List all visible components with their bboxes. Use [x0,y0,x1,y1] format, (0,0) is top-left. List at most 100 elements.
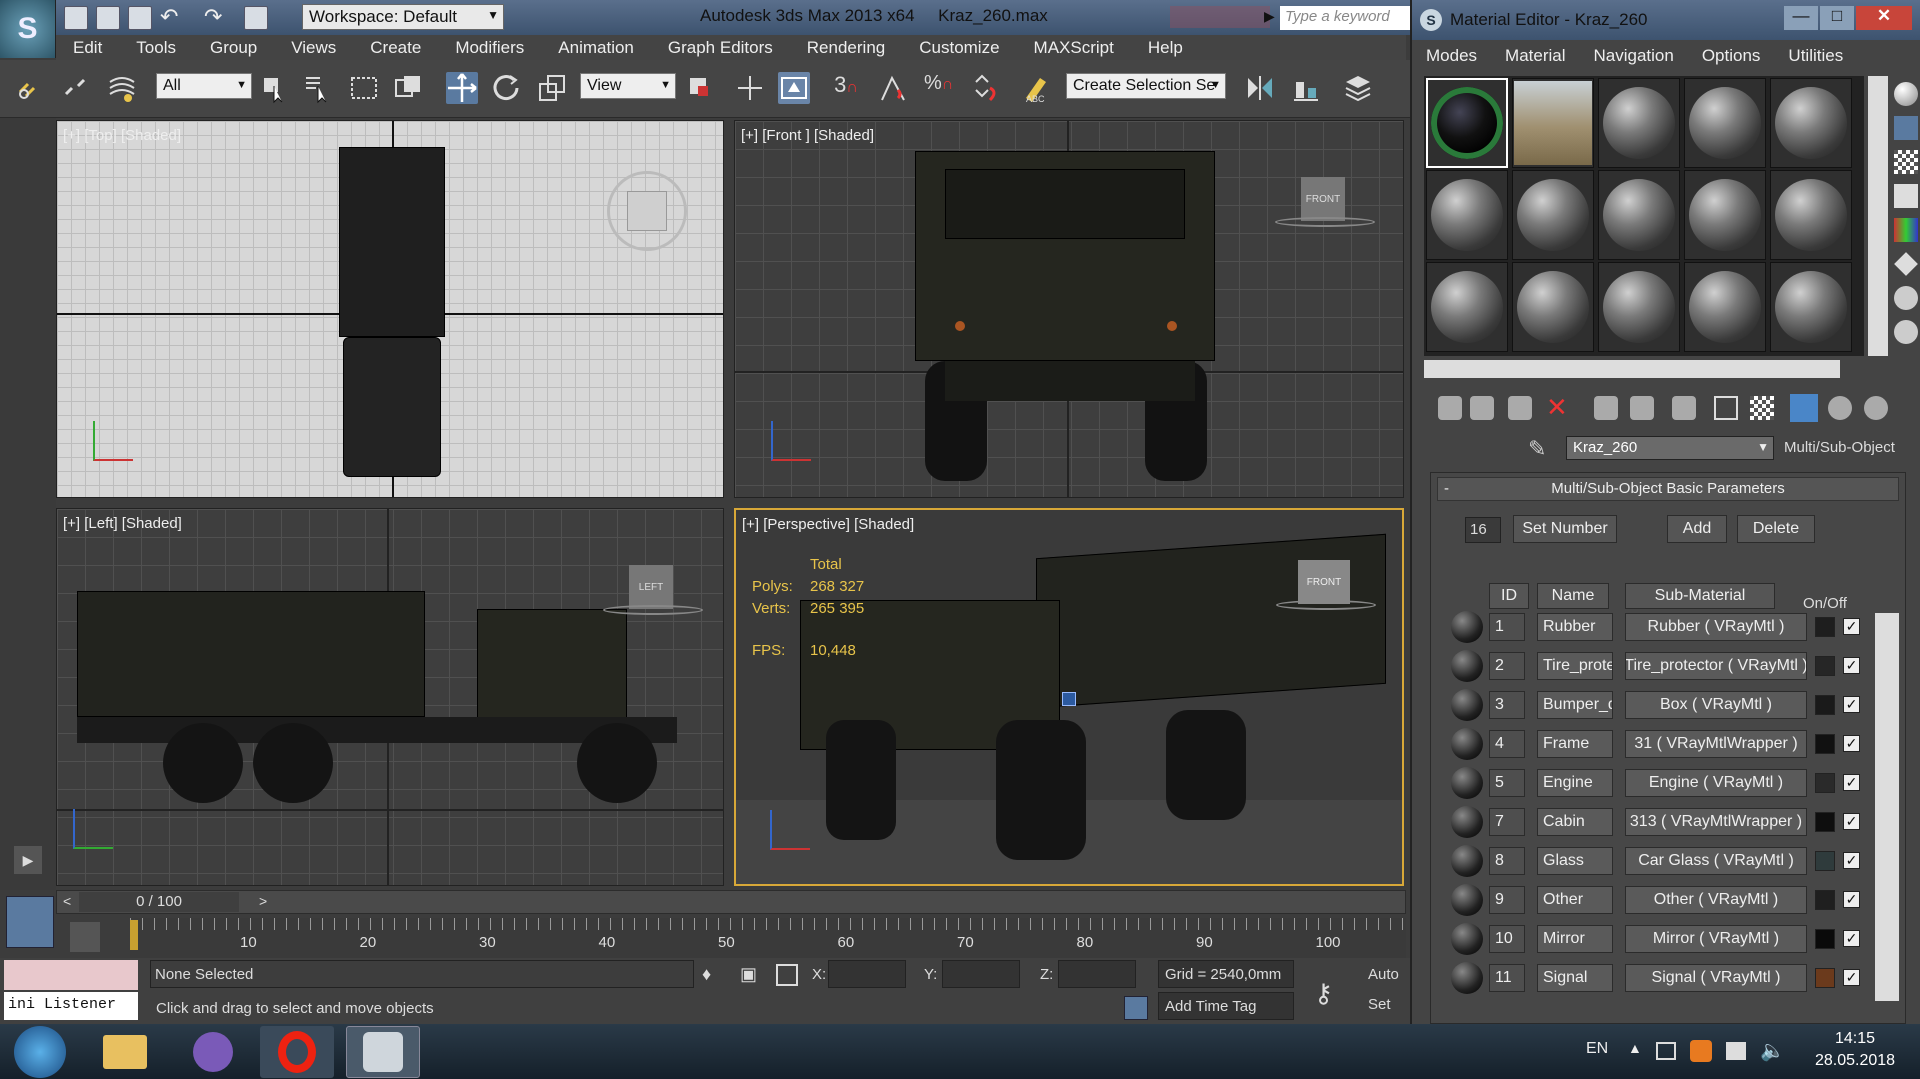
search-arrow-icon[interactable]: ▶ [1264,8,1275,25]
add-button[interactable]: Add [1667,515,1727,543]
submaterial-color-swatch[interactable] [1815,851,1835,871]
truck-side-wheel[interactable] [577,723,657,803]
mirror-icon[interactable] [1244,72,1276,104]
submaterial-name-field[interactable]: Frame [1537,730,1613,758]
select-by-material-icon[interactable] [1894,320,1918,344]
list-scrollbar[interactable] [1875,613,1899,1001]
new-file-icon[interactable] [64,5,88,30]
add-time-tag-icon[interactable] [1124,996,1148,1020]
viewcube-ring[interactable] [603,605,703,615]
tray-arrow-icon[interactable]: ▲ [1628,1040,1642,1056]
delete-button[interactable]: Delete [1737,515,1815,543]
time-slider-thumb[interactable]: 0 / 100 [79,892,239,912]
submaterial-preview-sphere[interactable] [1451,767,1483,799]
submaterial-preview-sphere[interactable] [1451,806,1483,838]
sample-slot-9[interactable] [1684,170,1766,260]
viewcube-ring[interactable] [1276,600,1376,610]
menu-graph-editors[interactable]: Graph Editors [651,38,790,58]
select-and-move-icon[interactable] [446,72,478,104]
tray-printer-icon[interactable] [1726,1042,1746,1060]
submaterial-preview-sphere[interactable] [1451,962,1483,994]
reference-coordinate-dropdown[interactable]: View ▼ [580,73,676,99]
make-preview-icon[interactable] [1894,252,1918,276]
add-time-tag[interactable]: Add Time Tag [1158,992,1294,1020]
taskbar-explorer[interactable] [88,1026,162,1078]
tray-app-icon[interactable] [1690,1040,1712,1062]
rollout-collapse-icon[interactable]: - [1444,478,1449,500]
rollout-header[interactable]: - Multi/Sub-Object Basic Parameters [1437,477,1899,501]
spinner-snap-icon[interactable] [970,72,1002,104]
menu-utilities[interactable]: Utilities [1774,46,1857,66]
layer-manager-icon[interactable] [1342,72,1374,104]
submaterial-button[interactable]: Signal ( VRayMtl ) [1625,964,1807,992]
menu-create[interactable]: Create [353,38,438,58]
window-crossing-icon[interactable] [392,72,424,104]
sample-slot-10[interactable] [1770,170,1852,260]
backlight-icon[interactable] [1894,116,1918,140]
viewport-label-perspective[interactable]: [+] [Perspective] [Shaded] [742,516,914,533]
put-to-scene-icon[interactable] [1470,396,1494,420]
sample-slot-8[interactable] [1598,170,1680,260]
sample-slot-15[interactable] [1770,262,1852,352]
truck-side-wheel[interactable] [163,723,243,803]
sort-by-name-button[interactable]: Name [1537,583,1609,609]
viewcube-left[interactable]: LEFT [629,565,673,609]
truck-side-cab[interactable] [477,609,627,719]
viewport-label-left[interactable]: [+] [Left] [Shaded] [63,515,182,532]
submaterial-preview-sphere[interactable] [1451,884,1483,916]
submaterial-button[interactable]: 31 ( VRayMtlWrapper ) [1625,730,1807,758]
assign-to-selection-icon[interactable] [1508,396,1532,420]
time-prev-icon[interactable]: < [63,893,71,909]
submaterial-color-swatch[interactable] [1815,968,1835,988]
viewcube-top-face[interactable] [627,191,667,231]
show-map-icon[interactable] [1714,396,1738,420]
truck-perspective-wheel[interactable] [1166,710,1246,820]
unlink-icon[interactable] [60,72,92,104]
submaterial-button[interactable]: Engine ( VRayMtl ) [1625,769,1807,797]
keyboard-shortcut-override-icon[interactable] [778,72,810,104]
search-input[interactable]: Type a keyword [1280,6,1410,30]
menu-group[interactable]: Group [193,38,274,58]
submaterial-color-swatch[interactable] [1815,812,1835,832]
select-by-name-icon[interactable] [302,72,334,104]
select-and-scale-icon[interactable] [536,72,568,104]
menu-customize[interactable]: Customize [902,38,1016,58]
submaterial-button[interactable]: 313 ( VRayMtlWrapper ) [1625,808,1807,836]
sample-slot-12[interactable] [1512,262,1594,352]
submaterial-onoff-checkbox[interactable]: ✓ [1843,696,1860,713]
submaterial-preview-sphere[interactable] [1451,689,1483,721]
submaterial-onoff-checkbox[interactable]: ✓ [1843,930,1860,947]
close-icon[interactable]: ✕ [1856,6,1912,30]
video-color-check-icon[interactable] [1894,218,1918,242]
go-forward-sibling-icon[interactable] [1828,396,1852,420]
angle-snap-icon[interactable] [878,72,910,104]
viewport-front[interactable]: [+] [Front ] [Shaded] FRONT [734,120,1404,498]
put-to-library-icon[interactable] [1630,396,1654,420]
submaterial-name-field[interactable]: Bumper_di [1537,691,1613,719]
edit-named-selection-icon[interactable]: ABC [1020,72,1052,104]
mini-curve-editor-icon[interactable] [70,922,100,952]
time-next-icon[interactable]: > [259,893,267,909]
reset-map-icon[interactable]: ✕ [1546,392,1568,423]
submaterial-button[interactable]: Rubber ( VRayMtl ) [1625,613,1807,641]
submaterial-name-field[interactable]: Tire_prote [1537,652,1613,680]
submaterial-preview-sphere[interactable] [1451,611,1483,643]
truck-perspective-wheel[interactable] [826,720,896,840]
material-id-channel-icon[interactable] [1672,396,1696,420]
viewport-label-front[interactable]: [+] [Front ] [Shaded] [741,127,874,144]
taskbar-opera[interactable] [260,1026,334,1078]
sample-type-icon[interactable] [1894,82,1918,106]
time-slider[interactable]: < 0 / 100 > [56,890,1406,914]
sample-slot-1[interactable] [1426,78,1508,168]
maximize-icon[interactable]: □ [1820,6,1854,30]
percent-snap-icon[interactable]: %∩ [924,72,956,104]
menu-edit[interactable]: Edit [56,38,119,58]
sample-slot-7[interactable] [1512,170,1594,260]
bind-spacewarp-icon[interactable] [106,72,138,104]
submaterial-onoff-checkbox[interactable]: ✓ [1843,969,1860,986]
maxscript-listener-color[interactable] [4,960,138,990]
truck-front-bumper[interactable] [945,361,1195,401]
select-object-icon[interactable] [258,72,290,104]
sample-slot-4[interactable] [1684,78,1766,168]
undo-icon[interactable]: ↶ [160,5,184,30]
